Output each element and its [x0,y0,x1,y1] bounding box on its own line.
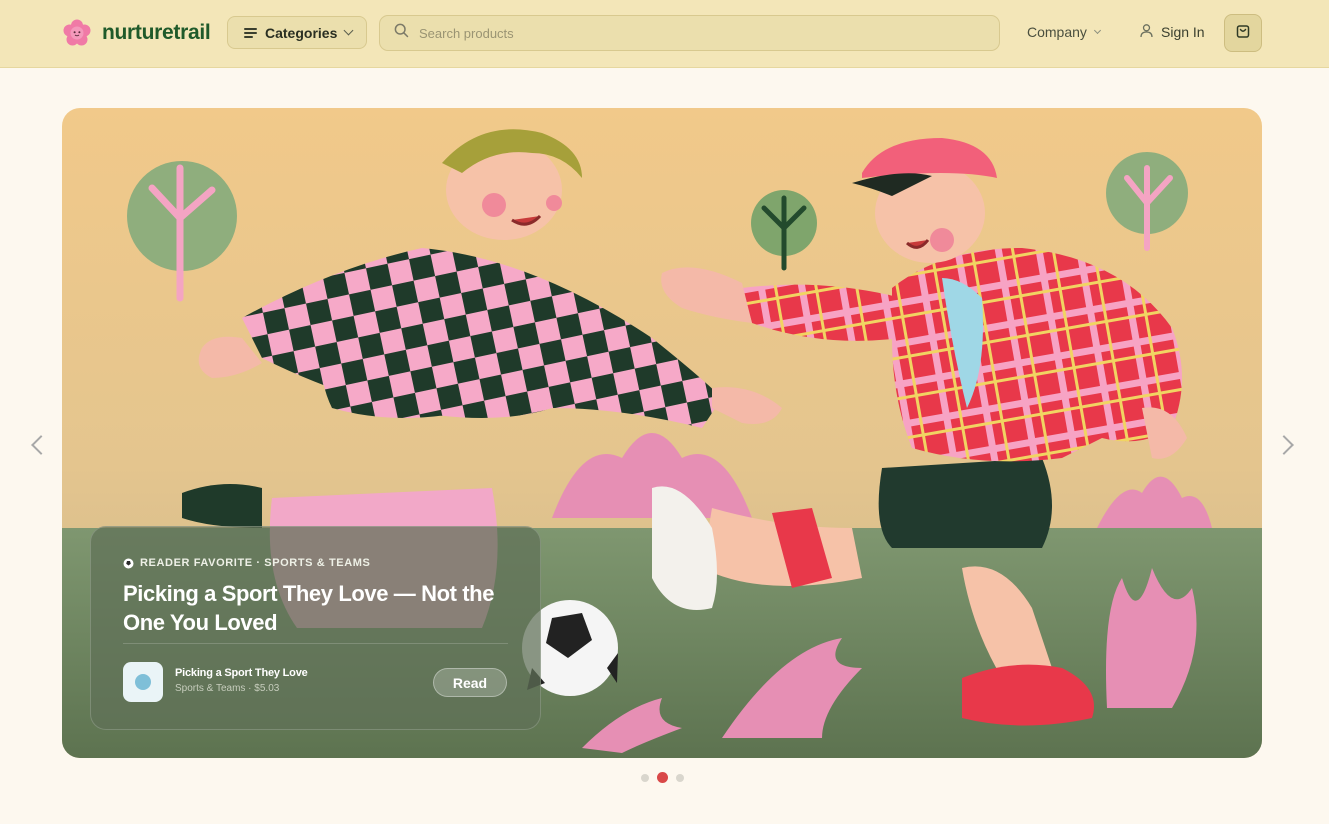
brand-logo[interactable]: nurturetrail [62,17,211,49]
carousel-next-button[interactable] [1274,432,1297,458]
carousel-dots [641,772,692,783]
card-divider [123,643,508,644]
search-bar [379,15,1000,51]
chevron-down-icon [343,25,354,36]
categories-button[interactable]: Categories [227,16,367,49]
carousel-dot[interactable] [641,773,649,782]
search-icon [394,23,409,43]
categories-label: Categories [265,24,338,41]
company-label: Company [1027,24,1087,40]
menu-icon [244,27,257,38]
hero-banner[interactable]: READER FAVORITE · SPORTS & TEAMS Picking… [62,108,1262,758]
carousel-dot[interactable] [676,773,684,782]
featured-article-card: READER FAVORITE · SPORTS & TEAMS Picking… [90,526,541,730]
product-thumbnail[interactable] [123,662,163,702]
chevron-down-icon [1093,26,1101,35]
chevron-left-icon [31,435,51,455]
sign-in-label: Sign In [1161,24,1205,40]
article-eyebrow: READER FAVORITE · SPORTS & TEAMS [123,557,370,569]
cart-button[interactable] [1224,14,1262,52]
user-icon [1139,23,1161,41]
search-input[interactable] [419,25,959,41]
read-button[interactable]: Read [433,668,507,697]
brand-name: nurturetrail [102,21,211,44]
eyebrow-text: READER FAVORITE · SPORTS & TEAMS [140,557,371,569]
product-title[interactable]: Picking a Sport They Love [175,667,308,679]
carousel-dot[interactable] [657,772,668,783]
site-header: nurturetrail Categories Company Sign In [0,0,1329,68]
chevron-right-icon [1274,435,1294,455]
company-menu[interactable]: Company [1027,24,1101,40]
flower-icon [62,18,92,48]
product-meta: Sports & Teams · $5.03 [175,683,280,694]
shopping-bag-icon [1235,23,1251,44]
sign-in-link[interactable]: Sign In [1139,23,1205,41]
soccer-ball-icon [123,558,134,569]
carousel-prev-button[interactable] [28,432,51,458]
article-headline[interactable]: Picking a Sport They Love — Not the One … [123,579,523,637]
